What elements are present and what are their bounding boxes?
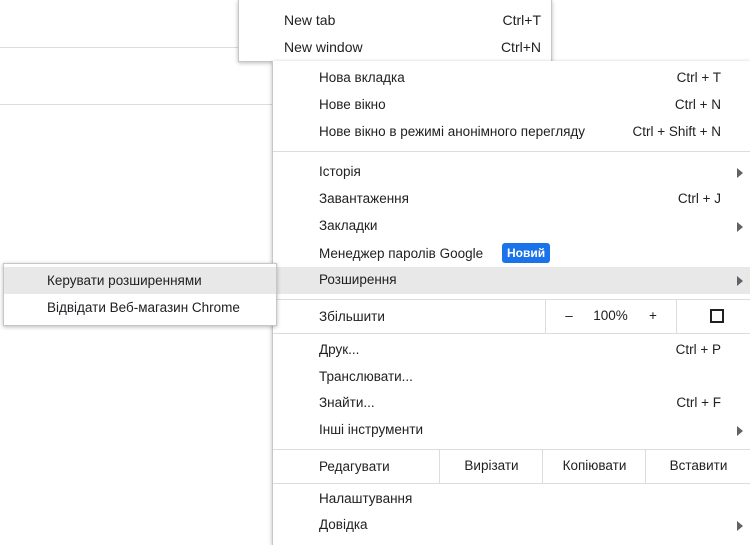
menu-item-new-window[interactable]: Нове вікно Ctrl + N bbox=[273, 92, 750, 119]
submenu-arrow-icon bbox=[737, 222, 743, 232]
menu-item-label: Розширення bbox=[319, 272, 397, 287]
menu-item-shortcut: Ctrl + N bbox=[674, 97, 721, 112]
menu-item-shortcut: Ctrl + Shift + N bbox=[632, 124, 721, 139]
menu-item-label: Інші інструменти bbox=[319, 422, 424, 437]
chrome-main-menu: Нова вкладка Ctrl + T Нове вікно Ctrl + … bbox=[272, 61, 750, 545]
fullscreen-icon bbox=[710, 309, 724, 323]
menu-item-label: Нове вікно в режимі анонімного перегляду bbox=[319, 124, 586, 139]
menu-item-extensions[interactable]: Розширення bbox=[273, 267, 750, 294]
menu-item-more-tools[interactable]: Інші інструменти bbox=[273, 417, 750, 444]
menu-item-label: Транслювати... bbox=[319, 369, 413, 384]
zoom-level: 100% bbox=[593, 308, 628, 323]
menu-item-new-window[interactable]: New window Ctrl+N bbox=[239, 34, 551, 61]
menu-item-incognito-window[interactable]: Нове вікно в режимі анонімного перегляду… bbox=[273, 119, 750, 146]
top-context-menu: New tab Ctrl+T New window Ctrl+N bbox=[238, 0, 552, 62]
submenu-arrow-icon bbox=[737, 168, 743, 178]
new-badge: Новий bbox=[502, 243, 551, 263]
fullscreen-button[interactable] bbox=[676, 299, 750, 333]
page-divider bbox=[0, 47, 238, 48]
menu-item-label: Керувати розширеннями bbox=[47, 273, 202, 288]
page-divider bbox=[0, 104, 272, 105]
menu-item-downloads[interactable]: Завантаження Ctrl + J bbox=[273, 186, 750, 213]
menu-item-label: New window bbox=[284, 39, 363, 55]
menu-item-shortcut: Ctrl+T bbox=[502, 12, 542, 28]
edit-row: Редагувати Вирізати Копіювати Вставити bbox=[273, 449, 750, 483]
menu-item-shortcut: Ctrl + P bbox=[675, 342, 721, 357]
zoom-label: Збільшити bbox=[319, 309, 385, 324]
menu-item-history[interactable]: Історія bbox=[273, 159, 750, 186]
menu-item-label: Відвідати Веб-магазин Chrome bbox=[47, 300, 240, 315]
menu-item-shortcut: Ctrl + J bbox=[677, 191, 721, 206]
menu-item-label: Друк... bbox=[319, 342, 360, 357]
menu-item-shortcut: Ctrl + F bbox=[676, 395, 721, 410]
menu-item-label: Довідка bbox=[319, 517, 368, 532]
menu-item-label: New tab bbox=[284, 12, 336, 28]
menu-item-bookmarks[interactable]: Закладки bbox=[273, 213, 750, 240]
menu-item-label: Історія bbox=[319, 164, 361, 179]
menu-item-shortcut: Ctrl+N bbox=[500, 39, 541, 55]
cut-button[interactable]: Вирізати bbox=[439, 449, 543, 483]
menu-item-label: Нове вікно bbox=[319, 97, 386, 112]
edit-label: Редагувати bbox=[319, 459, 390, 474]
menu-item-label: Завантаження bbox=[319, 191, 409, 206]
menu-item-new-tab[interactable]: Нова вкладка Ctrl + T bbox=[273, 65, 750, 92]
menu-separator bbox=[273, 483, 750, 484]
menu-item-new-tab[interactable]: New tab Ctrl+T bbox=[239, 7, 551, 34]
menu-item-find[interactable]: Знайти... Ctrl + F bbox=[273, 390, 750, 417]
submenu-arrow-icon bbox=[737, 521, 743, 531]
menu-separator bbox=[273, 333, 750, 334]
submenu-item-web-store[interactable]: Відвідати Веб-магазин Chrome bbox=[4, 294, 276, 321]
menu-item-password-manager[interactable]: Менеджер паролів Google Новий bbox=[273, 241, 750, 268]
paste-button[interactable]: Вставити bbox=[645, 449, 750, 483]
menu-item-shortcut: Ctrl + T bbox=[676, 70, 721, 85]
menu-separator bbox=[273, 151, 750, 152]
menu-item-label: Менеджер паролів Google bbox=[319, 246, 484, 261]
menu-item-label: Налаштування bbox=[319, 491, 413, 506]
submenu-item-manage-extensions[interactable]: Керувати розширеннями bbox=[4, 267, 276, 294]
zoom-row: Збільшити – 100% + bbox=[273, 299, 750, 333]
zoom-in-button[interactable]: + bbox=[630, 299, 676, 333]
menu-item-print[interactable]: Друк... Ctrl + P bbox=[273, 337, 750, 364]
menu-item-help[interactable]: Довідка bbox=[273, 512, 750, 539]
submenu-arrow-icon bbox=[737, 426, 743, 436]
menu-item-label: Нова вкладка bbox=[319, 70, 405, 85]
submenu-arrow-icon bbox=[737, 276, 743, 286]
menu-item-cast[interactable]: Транслювати... bbox=[273, 364, 750, 391]
zoom-out-button[interactable]: – bbox=[545, 299, 592, 333]
copy-button[interactable]: Копіювати bbox=[542, 449, 646, 483]
menu-item-label: Закладки bbox=[319, 218, 378, 233]
menu-item-label: Знайти... bbox=[319, 395, 375, 410]
extensions-submenu: Керувати розширеннями Відвідати Веб-мага… bbox=[3, 263, 277, 326]
menu-item-settings[interactable]: Налаштування bbox=[273, 486, 750, 513]
